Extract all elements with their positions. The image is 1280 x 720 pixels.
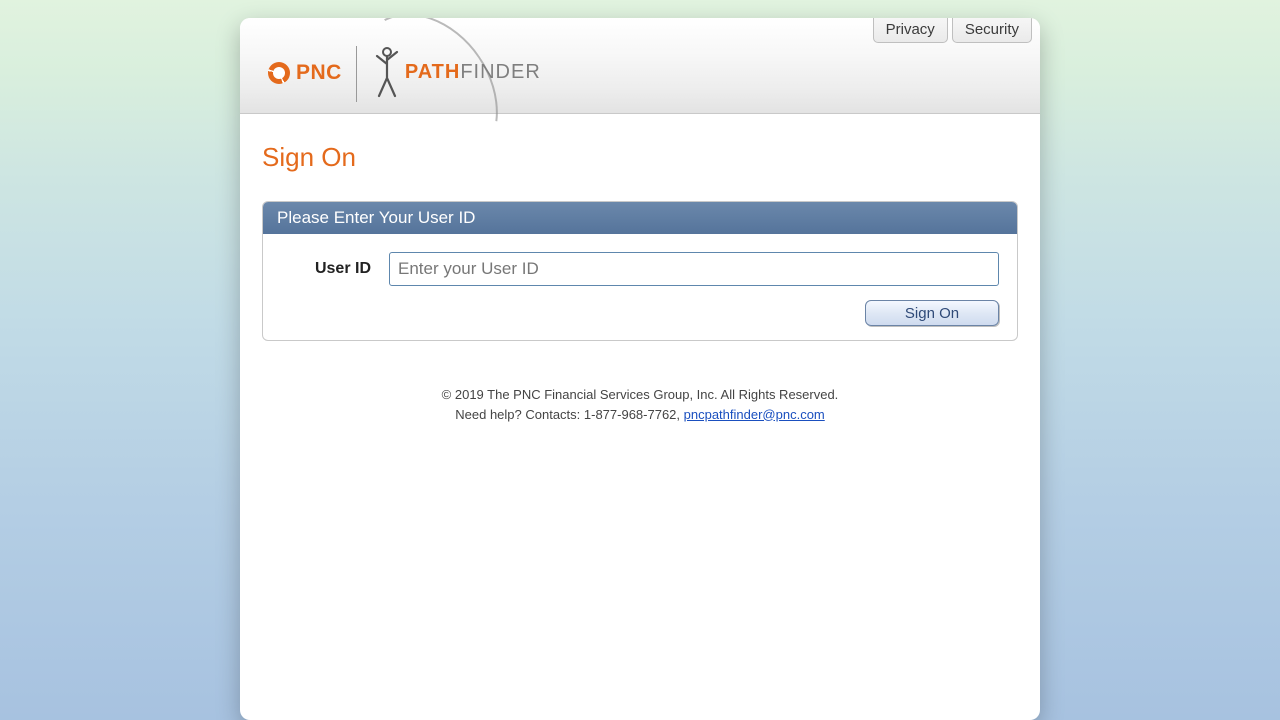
footer-copyright: © 2019 The PNC Financial Services Group,…	[262, 385, 1018, 405]
signon-button[interactable]: Sign On	[865, 300, 999, 326]
pnc-circle-icon	[268, 62, 290, 84]
header: Privacy Security PNC PATHFINDER	[240, 18, 1040, 114]
top-links: Privacy Security	[873, 18, 1032, 43]
pathfinder-text-path: PATH	[405, 61, 460, 83]
panel-header: Please Enter Your User ID	[263, 202, 1017, 234]
logo-area: PNC PATHFINDER	[268, 44, 541, 102]
privacy-link[interactable]: Privacy	[873, 18, 948, 43]
pathfinder-text-finder: FINDER	[460, 61, 540, 83]
button-row: Sign On	[281, 300, 999, 326]
pathfinder-logo: PATHFINDER	[371, 46, 541, 100]
userid-label: User ID	[281, 260, 371, 278]
footer: © 2019 The PNC Financial Services Group,…	[262, 385, 1018, 424]
pnc-logo-text: PNC	[296, 61, 342, 85]
security-link[interactable]: Security	[952, 18, 1032, 43]
userid-row: User ID	[281, 252, 999, 286]
page-title: Sign On	[262, 142, 1018, 173]
userid-input[interactable]	[389, 252, 999, 286]
login-card: Privacy Security PNC PATHFINDER	[240, 18, 1040, 720]
logo-divider	[356, 46, 357, 102]
footer-email-link[interactable]: pncpathfinder@pnc.com	[684, 407, 825, 422]
footer-help: Need help? Contacts: 1-877-968-7762, pnc…	[262, 405, 1018, 425]
panel-body: User ID Sign On	[263, 234, 1017, 340]
pnc-logo: PNC	[268, 61, 342, 85]
footer-help-text: Need help? Contacts: 1-877-968-7762,	[455, 407, 683, 422]
login-panel: Please Enter Your User ID User ID Sign O…	[262, 201, 1018, 341]
content: Sign On Please Enter Your User ID User I…	[240, 114, 1040, 464]
pathfinder-figure-icon	[371, 46, 401, 100]
